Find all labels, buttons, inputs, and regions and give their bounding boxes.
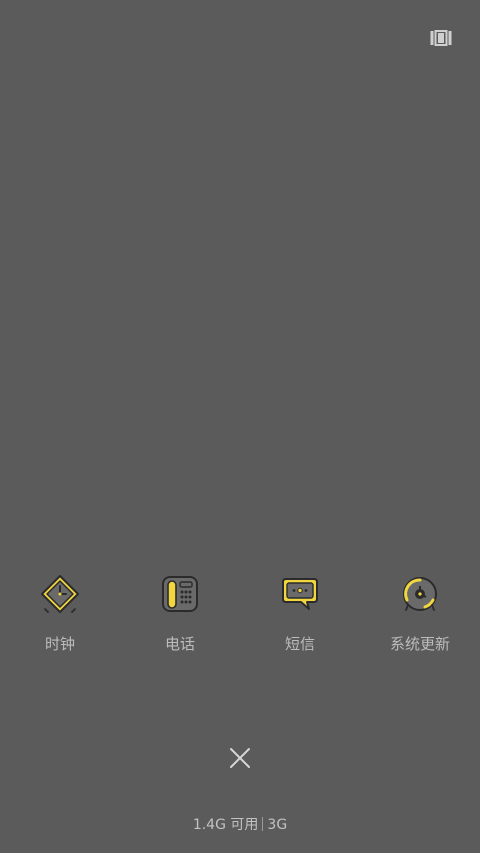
recent-apps-row: 时钟 电话 短信 系统更新	[0, 570, 480, 660]
app-messages-label: 短信	[284, 635, 315, 653]
clock-icon	[41, 575, 79, 613]
app-system-update-label: 系统更新	[389, 635, 450, 653]
system-update-icon	[403, 577, 437, 611]
app-messages[interactable]: 短信	[240, 570, 360, 660]
clear-all-button[interactable]	[228, 746, 252, 770]
multi-window-button[interactable]	[430, 30, 452, 46]
memory-status: 1.4G 可用 3G	[0, 815, 480, 835]
multi-window-icon	[430, 30, 452, 46]
app-clock-label: 时钟	[44, 635, 75, 653]
app-phone[interactable]: 电话	[120, 570, 240, 660]
message-icon	[282, 578, 318, 610]
app-phone-label: 电话	[164, 635, 195, 653]
app-clock[interactable]: 时钟	[0, 570, 120, 660]
app-system-update[interactable]: 系统更新	[360, 570, 480, 660]
memory-divider	[262, 817, 264, 831]
memory-total: 3G	[267, 817, 288, 833]
memory-available: 1.4G 可用	[192, 817, 259, 833]
close-icon	[230, 748, 250, 768]
phone-icon	[162, 576, 198, 612]
